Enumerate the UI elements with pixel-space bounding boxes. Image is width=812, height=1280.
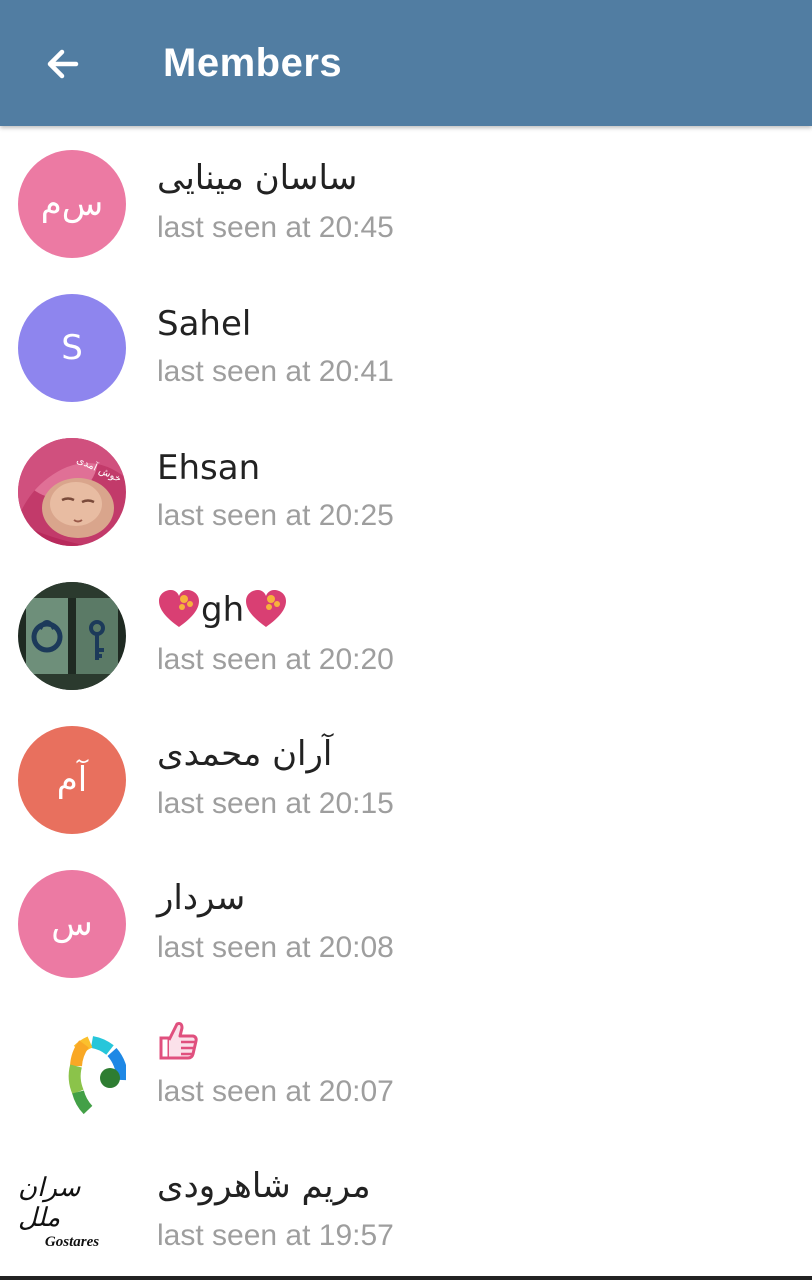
member-status: last seen at 20:15	[157, 787, 394, 820]
member-row[interactable]: last seen at 20:07	[0, 990, 812, 1134]
member-name: آران محمدی	[157, 734, 333, 774]
back-button[interactable]	[28, 30, 96, 98]
member-status: last seen at 20:45	[157, 211, 394, 244]
arrow-left-icon	[47, 49, 79, 79]
member-row[interactable]: س سردار last seen at 20:08	[0, 846, 812, 990]
bottom-edge	[0, 1276, 812, 1280]
member-name: Sahel	[157, 304, 252, 344]
avatar: سران ملل Gostares	[18, 1158, 126, 1266]
avatar-initials: S	[61, 328, 83, 368]
colorful-arc-logo-icon	[68, 1036, 126, 1115]
logo-text: سران ملل	[18, 1173, 81, 1233]
avatar: س	[18, 870, 126, 978]
members-list: س‌م ساسان مینایی last seen at 20:45 S Sa…	[0, 126, 812, 1280]
member-row[interactable]: آم آران محمدی last seen at 20:15	[0, 702, 812, 846]
avatar: S	[18, 294, 126, 402]
member-name: ساسان مینایی	[157, 158, 358, 198]
avatar-initials: س‌م	[40, 184, 104, 224]
avatar	[18, 582, 126, 690]
app-bar: Members	[0, 0, 812, 126]
member-status: last seen at 19:57	[157, 1219, 394, 1252]
member-status: last seen at 20:20	[157, 643, 394, 676]
heart-emoji-icon	[246, 590, 287, 627]
avatar: س‌م	[18, 150, 126, 258]
member-name: gh	[157, 588, 288, 632]
member-name-text: gh	[201, 590, 245, 630]
member-name: سردار	[157, 878, 246, 918]
heart-emoji-icon	[159, 590, 199, 627]
page-title: Members	[163, 41, 343, 85]
member-status: last seen at 20:08	[157, 931, 394, 964]
member-status: last seen at 20:41	[157, 355, 394, 388]
member-row[interactable]: gh last seen at 20:20	[0, 558, 812, 702]
member-name: Ehsan	[157, 448, 261, 488]
member-name: مریم شاهرودی	[157, 1166, 371, 1206]
avatar: آم	[18, 726, 126, 834]
member-row[interactable]: سران ملل Gostares مریم شاهرودی last seen…	[0, 1134, 812, 1278]
baby-photo-icon: خوش آمدی	[18, 438, 126, 546]
member-name	[157, 1020, 199, 1071]
avatar-initials: آم	[56, 760, 88, 800]
avatar: خوش آمدی	[18, 438, 126, 546]
member-row[interactable]: S Sahel last seen at 20:41	[0, 270, 812, 414]
member-status: last seen at 20:07	[157, 1075, 394, 1108]
member-row[interactable]: س‌م ساسان مینایی last seen at 20:45	[0, 126, 812, 270]
avatar-initials: س	[51, 904, 93, 944]
lock-and-key-photo-icon	[18, 582, 126, 690]
avatar	[18, 1014, 126, 1122]
thumbs-up-emoji-icon	[159, 1022, 198, 1060]
logo-subtext: Gostares	[44, 1234, 100, 1250]
member-row[interactable]: خوش آمدی Ehsan last seen at 20:25	[0, 414, 812, 558]
member-status: last seen at 20:25	[157, 499, 394, 532]
